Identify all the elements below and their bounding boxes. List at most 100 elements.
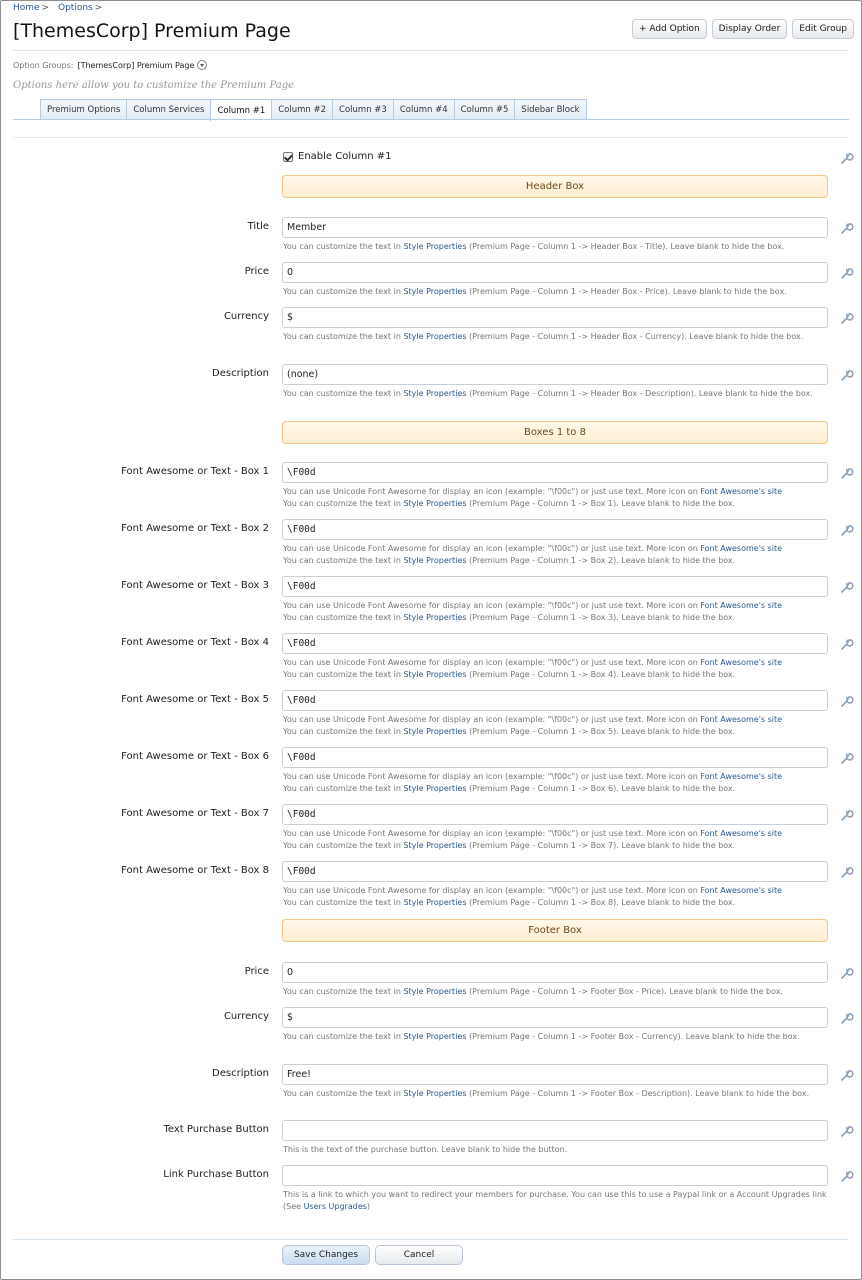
- header-field-input[interactable]: Member: [282, 217, 828, 238]
- tab-column-1[interactable]: Column #1: [210, 99, 272, 121]
- wrench-icon[interactable]: [840, 966, 854, 980]
- wrench-icon[interactable]: [840, 1169, 854, 1183]
- hint-text: Leave blank to hide the box.: [621, 613, 736, 622]
- wrench-icon[interactable]: [840, 466, 854, 480]
- add-option-button[interactable]: + Add Option: [631, 19, 707, 39]
- breadcrumb-home[interactable]: Home: [13, 3, 40, 13]
- footer-field-input[interactable]: $: [282, 1007, 828, 1028]
- tab-column-3[interactable]: Column #3: [332, 99, 393, 120]
- style-properties-link[interactable]: Style Properties: [403, 670, 466, 679]
- wrench-icon[interactable]: [840, 221, 854, 235]
- wrench-icon[interactable]: [840, 266, 854, 280]
- wrench-icon[interactable]: [840, 751, 854, 765]
- box-field-label: Font Awesome or Text - Box 4: [121, 637, 269, 648]
- style-properties-link[interactable]: Style Properties: [403, 727, 466, 736]
- box-field-input[interactable]: \F00d: [282, 576, 828, 597]
- style-properties-link[interactable]: Style Properties: [403, 841, 466, 850]
- header-field-input[interactable]: (none): [282, 364, 828, 385]
- tab-sidebar-block[interactable]: Sidebar Block: [514, 99, 587, 120]
- font-awesome-site-link[interactable]: Font Awesome's site: [700, 544, 782, 553]
- font-awesome-site-link[interactable]: Font Awesome's site: [700, 601, 782, 610]
- field-hint: This is the text of the purchase button.…: [283, 1145, 568, 1154]
- option-group-selector: Option Groups: [ThemesCorp] Premium Page: [13, 60, 208, 70]
- footer-field-label: Description: [212, 1068, 269, 1079]
- tab-premium-options[interactable]: Premium Options: [40, 99, 127, 120]
- box-field-label: Font Awesome or Text - Box 7: [121, 808, 269, 819]
- tab-column-5[interactable]: Column #5: [453, 99, 515, 120]
- wrench-icon[interactable]: [840, 637, 854, 651]
- hint-path: (Premium Page - Column 1 -> Footer Box -…: [469, 1089, 693, 1098]
- breadcrumb-options[interactable]: Options: [58, 3, 93, 13]
- style-properties-link[interactable]: Style Properties: [403, 1032, 466, 1041]
- tab-column-4[interactable]: Column #4: [392, 99, 454, 120]
- font-awesome-site-link[interactable]: Font Awesome's site: [700, 487, 782, 496]
- style-properties-link[interactable]: Style Properties: [403, 556, 466, 565]
- wrench-icon[interactable]: [840, 580, 854, 594]
- box-field-input[interactable]: \F00d: [282, 462, 828, 483]
- edit-group-button[interactable]: Edit Group: [792, 19, 854, 39]
- wrench-icon[interactable]: [840, 1068, 854, 1082]
- style-properties-link[interactable]: Style Properties: [403, 1089, 466, 1098]
- hint-text: ): [366, 1202, 371, 1211]
- style-properties-link[interactable]: Style Properties: [403, 499, 466, 508]
- hint-text: Leave blank to hide the box.: [689, 332, 804, 341]
- style-properties-link[interactable]: Style Properties: [403, 389, 466, 398]
- hint-path: (Premium Page - Column 1 -> Header Box -…: [469, 287, 671, 296]
- wrench-icon[interactable]: [840, 368, 854, 382]
- hint-text: You can customize the text in: [283, 332, 401, 341]
- wrench-icon[interactable]: [840, 694, 854, 708]
- box-field-input[interactable]: \F00d: [282, 690, 828, 711]
- link-purchase-button-input[interactable]: [282, 1165, 828, 1186]
- header-field-input[interactable]: 0: [282, 262, 828, 283]
- box-field-input[interactable]: \F00d: [282, 804, 828, 825]
- font-awesome-site-link[interactable]: Font Awesome's site: [700, 886, 782, 895]
- font-awesome-site-link[interactable]: Font Awesome's site: [700, 658, 782, 667]
- font-awesome-site-link[interactable]: Font Awesome's site: [700, 772, 782, 781]
- wrench-icon[interactable]: [840, 1011, 854, 1025]
- style-properties-link[interactable]: Style Properties: [403, 242, 466, 251]
- style-properties-link[interactable]: Style Properties: [403, 332, 466, 341]
- box-field-input[interactable]: \F00d: [282, 861, 828, 882]
- wrench-icon[interactable]: [840, 865, 854, 879]
- divider: [13, 1239, 849, 1240]
- wrench-icon[interactable]: [840, 1124, 854, 1138]
- tab-column-services[interactable]: Column Services: [126, 99, 211, 120]
- font-awesome-site-link[interactable]: Font Awesome's site: [700, 829, 782, 838]
- tab-column-2[interactable]: Column #2: [271, 99, 333, 120]
- enable-column-option: Enable Column #1: [283, 151, 391, 162]
- footer-field-input[interactable]: Free!: [282, 1064, 828, 1085]
- wrench-icon[interactable]: [840, 151, 854, 165]
- display-order-button[interactable]: Display Order: [711, 19, 788, 39]
- users-upgrades-link[interactable]: Users Upgrades: [304, 1202, 367, 1211]
- box-field-input[interactable]: \F00d: [282, 633, 828, 654]
- box-field-input[interactable]: \F00d: [282, 747, 828, 768]
- hint-text: You can customize the text in: [283, 1089, 401, 1098]
- cancel-button[interactable]: Cancel: [375, 1245, 463, 1265]
- text-purchase-button-input[interactable]: [282, 1120, 828, 1141]
- save-changes-button[interactable]: Save Changes: [282, 1245, 370, 1265]
- chevron-down-icon[interactable]: [197, 60, 208, 70]
- enable-column-checkbox[interactable]: [283, 151, 293, 162]
- wrench-icon[interactable]: [840, 808, 854, 822]
- style-properties-link[interactable]: Style Properties: [403, 287, 466, 296]
- wrench-icon[interactable]: [840, 311, 854, 325]
- hint-text: Leave blank to hide the box.: [621, 499, 736, 508]
- style-properties-link[interactable]: Style Properties: [403, 784, 466, 793]
- wrench-icon[interactable]: [840, 523, 854, 537]
- option-group-label: Option Groups:: [13, 60, 74, 70]
- group-description: Options here allow you to customize the …: [13, 80, 295, 91]
- header-field-input[interactable]: $: [282, 307, 828, 328]
- style-properties-link[interactable]: Style Properties: [403, 613, 466, 622]
- hint-text: You can use Unicode Font Awesome for dis…: [283, 658, 698, 667]
- field-hint: You can use Unicode Font Awesome for dis…: [283, 657, 828, 681]
- style-properties-link[interactable]: Style Properties: [403, 987, 466, 996]
- hint-path: (Premium Page - Column 1 -> Header Box -…: [469, 389, 697, 398]
- font-awesome-site-link[interactable]: Font Awesome's site: [700, 715, 782, 724]
- style-properties-link[interactable]: Style Properties: [403, 898, 466, 907]
- hint-text: Leave blank to hide the box.: [685, 1032, 800, 1041]
- page-title: [ThemesCorp] Premium Page: [13, 20, 291, 42]
- field-hint: You can customize the text in Style Prop…: [283, 1031, 828, 1043]
- hint-text: You can customize the text in: [283, 287, 401, 296]
- footer-field-input[interactable]: 0: [282, 962, 828, 983]
- box-field-input[interactable]: \F00d: [282, 519, 828, 540]
